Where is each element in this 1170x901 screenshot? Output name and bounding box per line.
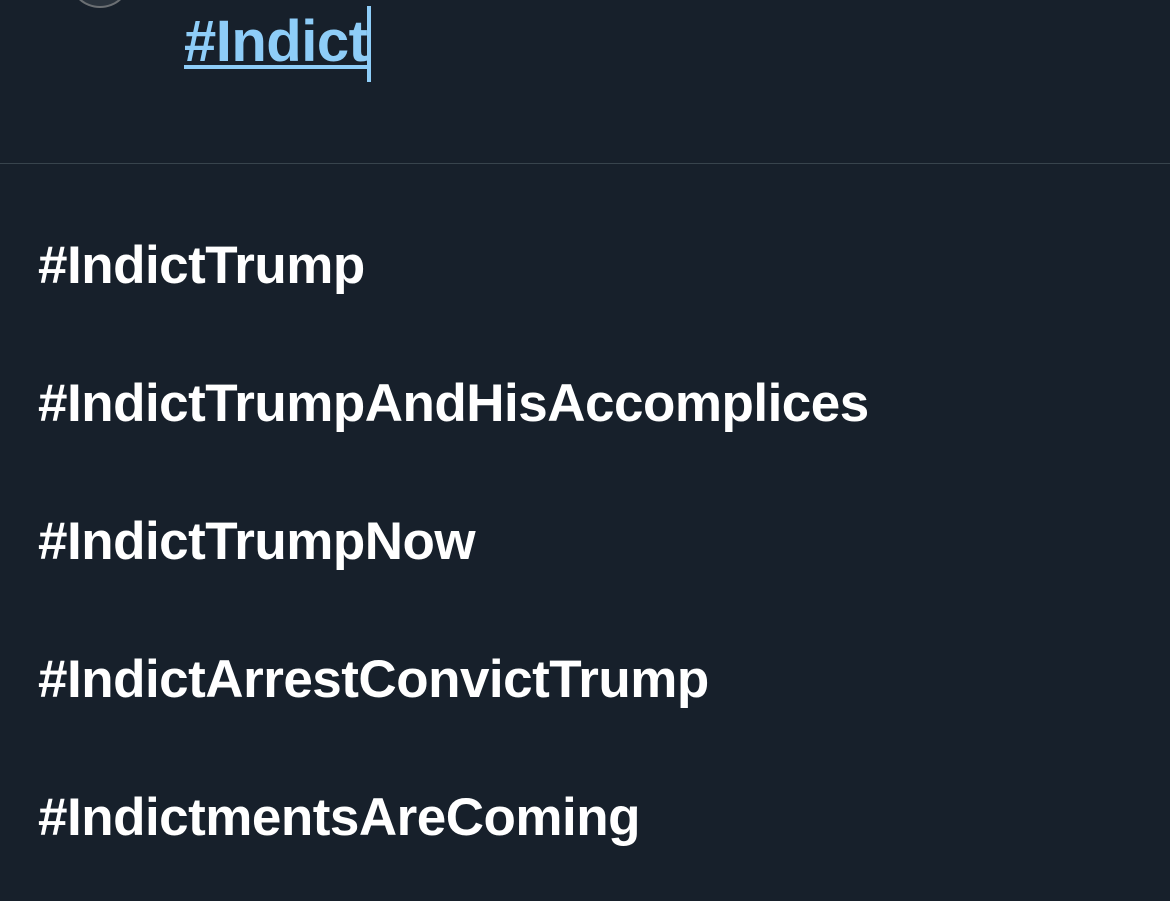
hashtag-suggestion-label: #IndictTrumpAndHisAccomplices (38, 373, 869, 433)
hashtag-suggestion-label: #IndictArrestConvictTrump (38, 649, 709, 709)
hashtag-suggestion-item[interactable]: #IndictTrump (0, 196, 1170, 334)
compose-hashtag-text: #Indict (184, 9, 368, 74)
hashtag-suggestion-item[interactable]: #IndictArrestConvictTrump (0, 610, 1170, 748)
hashtag-suggestion-item[interactable]: #IndictmentsAreComing (0, 748, 1170, 886)
avatar[interactable] (70, 0, 130, 8)
hashtag-suggestion-label: #IndictTrump (38, 235, 365, 295)
text-caret (367, 6, 372, 82)
compose-input[interactable]: #Indict (184, 6, 372, 82)
hashtag-suggestion-label: #IndictmentsAreComing (38, 787, 641, 847)
hashtag-suggestion-item[interactable]: #IndictTrumpAndHisAccomplices (0, 334, 1170, 472)
hashtag-suggestion-item[interactable]: #IndictTrumpNow (0, 472, 1170, 610)
hashtag-suggestion-list: #IndictTrump #IndictTrumpAndHisAccomplic… (0, 164, 1170, 901)
compose-area: #Indict (0, 0, 1170, 164)
hashtag-suggestion-label: #IndictTrumpNow (38, 511, 476, 571)
